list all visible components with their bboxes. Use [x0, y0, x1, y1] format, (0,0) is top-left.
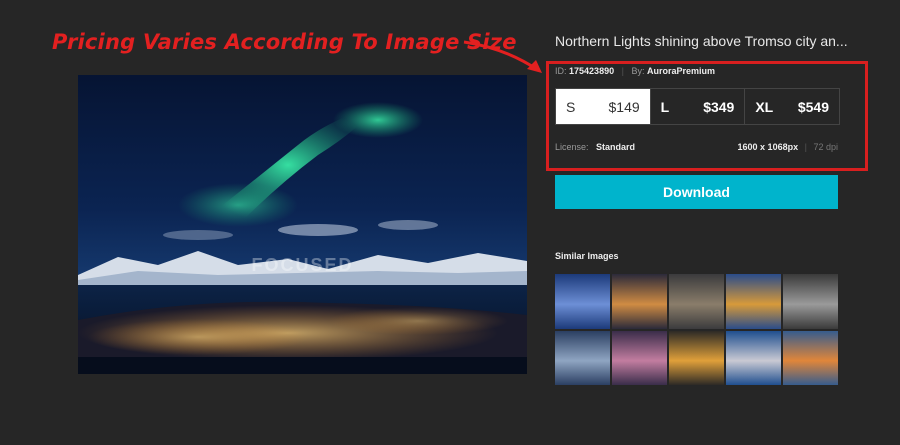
- size-option-xl[interactable]: XL $549: [745, 89, 839, 124]
- size-name: XL: [755, 98, 774, 115]
- size-option-l[interactable]: L $349: [651, 89, 746, 124]
- watermark-text: FOCUSED: [251, 255, 354, 275]
- download-button[interactable]: Download: [555, 175, 838, 209]
- similar-image-thumbnail[interactable]: [726, 330, 781, 385]
- similar-image-thumbnail[interactable]: [783, 330, 838, 385]
- meta-separator: |: [621, 66, 624, 76]
- similar-image-thumbnail[interactable]: [555, 274, 610, 329]
- size-option-s[interactable]: S $149: [556, 89, 651, 124]
- size-selector: S $149 L $349 XL $549: [555, 88, 840, 125]
- image-title: Northern Lights shining above Tromso cit…: [555, 33, 848, 49]
- similar-image-thumbnail[interactable]: [669, 330, 724, 385]
- hero-image[interactable]: FOCUSED: [78, 75, 527, 374]
- license-value: Standard: [596, 142, 636, 152]
- annotation-arrow-icon: [463, 40, 542, 73]
- license-row: License: Standard 1600 x 1068px | 72 dpi: [555, 142, 838, 152]
- by-label: By:: [631, 66, 645, 76]
- similar-image-thumbnail[interactable]: [612, 330, 667, 385]
- similar-image-thumbnail[interactable]: [783, 274, 838, 329]
- author-link[interactable]: AuroraPremium: [647, 66, 715, 76]
- similar-image-thumbnail[interactable]: [669, 274, 724, 329]
- similar-image-thumbnail[interactable]: [612, 274, 667, 329]
- size-price: $549: [797, 98, 830, 115]
- similar-image-thumbnail[interactable]: [555, 330, 610, 385]
- size-name: L: [660, 98, 670, 115]
- license-separator: |: [804, 142, 807, 152]
- size-price: $149: [608, 98, 640, 115]
- similar-image-thumbnail[interactable]: [726, 274, 781, 329]
- dpi-value: 72 dpi: [813, 142, 838, 152]
- id-label: ID:: [555, 66, 567, 76]
- id-value: 175423890: [569, 66, 615, 76]
- resolution-info: 1600 x 1068px | 72 dpi: [738, 142, 838, 152]
- size-price: $349: [703, 98, 735, 115]
- resolution-value: 1600 x 1068px: [737, 142, 799, 152]
- annotation-text: Pricing Varies According To Image Size: [52, 30, 517, 54]
- license-label: License:: [555, 142, 589, 152]
- license-info: License: Standard: [555, 142, 635, 152]
- image-meta: ID: 175423890 | By: AuroraPremium: [555, 66, 715, 76]
- similar-images-grid: [555, 274, 838, 385]
- size-name: S: [566, 98, 576, 115]
- similar-images-heading: Similar Images: [555, 251, 619, 261]
- aurora-photo: [78, 75, 527, 374]
